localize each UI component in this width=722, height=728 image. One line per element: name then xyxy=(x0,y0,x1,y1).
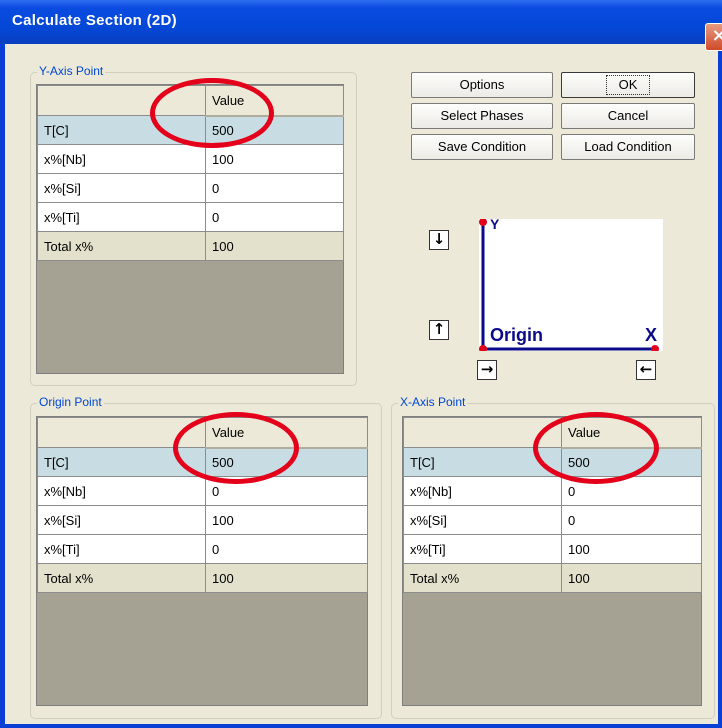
table-row[interactable]: x%[Nb] 0 xyxy=(37,476,368,506)
x-axis-point-table: Value T[C] 500 x%[Nb] 0 x%[Si] 0 x%[Ti] 100 … xyxy=(403,417,702,593)
x-axis-point-grid[interactable]: Value T[C] 500 x%[Nb] 0 x%[Si] 0 x%[Ti] 100 … xyxy=(402,416,702,706)
y-axis-point-label: Y-Axis Point xyxy=(37,64,106,78)
value-cell[interactable]: 100 xyxy=(205,505,368,535)
value-cell: 100 xyxy=(205,563,368,593)
table-row[interactable]: x%[Nb] 0 xyxy=(403,476,702,506)
value-cell[interactable]: 0 xyxy=(561,505,702,535)
close-button[interactable]: × xyxy=(705,23,722,51)
origin-point-grid[interactable]: Value T[C] 500 x%[Nb] 0 x%[Si] 100 x%[Ti] 0 … xyxy=(36,416,368,706)
x-axis-point-label: X-Axis Point xyxy=(398,395,468,409)
move-left-button[interactable]: ← xyxy=(636,360,656,380)
table-row[interactable]: x%[Si] 0 xyxy=(37,173,344,203)
select-phases-button[interactable]: Select Phases xyxy=(411,103,553,129)
axis-diagram: Y Origin X xyxy=(479,216,663,351)
value-cell[interactable]: 0 xyxy=(205,476,368,506)
save-condition-button[interactable]: Save Condition xyxy=(411,134,553,160)
table-row[interactable]: x%[Si] 100 xyxy=(37,505,368,535)
value-header: Value xyxy=(205,417,368,449)
origin-point-marker xyxy=(479,345,487,351)
row-label: T[C] xyxy=(37,115,206,145)
value-cell[interactable]: 100 xyxy=(561,534,702,564)
arrow-left-icon: ← xyxy=(639,360,653,378)
arrow-down-icon: ↓ xyxy=(432,230,446,248)
row-label: x%[Ti] xyxy=(37,534,206,564)
row-label: Total x% xyxy=(37,231,206,261)
value-cell[interactable]: 500 xyxy=(205,115,344,145)
corner-cell xyxy=(403,417,562,448)
value-header: Value xyxy=(561,417,702,449)
calculate-section-dialog: Calculate Section (2D) × Y-Axis Point Va… xyxy=(0,0,722,728)
table-row[interactable]: T[C] 500 xyxy=(403,447,702,477)
table-row[interactable]: x%[Ti] 0 xyxy=(37,202,344,232)
move-up-button[interactable]: ↑ xyxy=(429,320,449,340)
table-row: Total x% 100 xyxy=(37,231,344,261)
value-cell[interactable]: 0 xyxy=(205,534,368,564)
table-row[interactable]: x%[Si] 0 xyxy=(403,505,702,535)
origin-point-label: Origin Point xyxy=(37,395,104,409)
row-label: x%[Nb] xyxy=(37,144,206,174)
y-axis-point-table: Value T[C] 500 x%[Nb] 100 x%[Si] 0 x%[Ti] 0 … xyxy=(37,85,344,261)
ok-button[interactable]: OK xyxy=(561,72,695,98)
row-label: x%[Ti] xyxy=(37,202,206,232)
row-label: x%[Nb] xyxy=(37,476,206,506)
value-cell[interactable]: 0 xyxy=(561,476,702,506)
value-cell: 100 xyxy=(205,231,344,261)
options-button[interactable]: Options xyxy=(411,72,553,98)
cancel-button[interactable]: Cancel xyxy=(561,103,695,129)
y-axis-point-grid[interactable]: Value T[C] 500 x%[Nb] 100 x%[Si] 0 x%[Ti] 0 … xyxy=(36,84,344,374)
origin-label: Origin xyxy=(490,325,543,345)
value-cell[interactable]: 500 xyxy=(561,447,702,477)
row-label: Total x% xyxy=(403,563,562,593)
load-condition-button[interactable]: Load Condition xyxy=(561,134,695,160)
value-cell[interactable]: 100 xyxy=(205,144,344,174)
table-row: Total x% 100 xyxy=(37,563,368,593)
row-label: T[C] xyxy=(37,447,206,477)
table-row[interactable]: T[C] 500 xyxy=(37,447,368,477)
y-label: Y xyxy=(490,216,500,232)
corner-cell xyxy=(37,417,206,448)
table-row[interactable]: x%[Nb] 100 xyxy=(37,144,344,174)
origin-point-table: Value T[C] 500 x%[Nb] 0 x%[Si] 100 x%[Ti] 0 … xyxy=(37,417,368,593)
table-row: Total x% 100 xyxy=(403,563,702,593)
window-title: Calculate Section (2D) xyxy=(12,12,177,29)
move-down-button[interactable]: ↓ xyxy=(429,230,449,250)
value-cell[interactable]: 0 xyxy=(205,202,344,232)
table-row[interactable]: x%[Ti] 0 xyxy=(37,534,368,564)
arrow-up-icon: ↑ xyxy=(432,320,446,338)
move-right-button[interactable]: → xyxy=(477,360,497,380)
value-cell: 100 xyxy=(561,563,702,593)
row-label: x%[Si] xyxy=(403,505,562,535)
row-label: x%[Si] xyxy=(37,173,206,203)
row-label: x%[Ti] xyxy=(403,534,562,564)
table-row[interactable]: x%[Ti] 100 xyxy=(403,534,702,564)
value-header: Value xyxy=(205,85,344,117)
value-cell[interactable]: 500 xyxy=(205,447,368,477)
row-label: T[C] xyxy=(403,447,562,477)
ok-button-label: OK xyxy=(605,75,651,95)
value-cell[interactable]: 0 xyxy=(205,173,344,203)
arrow-right-icon: → xyxy=(480,360,494,378)
corner-cell xyxy=(37,85,206,116)
y-point-marker xyxy=(479,219,487,226)
row-label: x%[Nb] xyxy=(403,476,562,506)
row-label: x%[Si] xyxy=(37,505,206,535)
x-label: X xyxy=(645,325,658,345)
row-label: Total x% xyxy=(37,563,206,593)
table-row[interactable]: T[C] 500 xyxy=(37,115,344,145)
title-bar: Calculate Section (2D) xyxy=(0,0,722,44)
